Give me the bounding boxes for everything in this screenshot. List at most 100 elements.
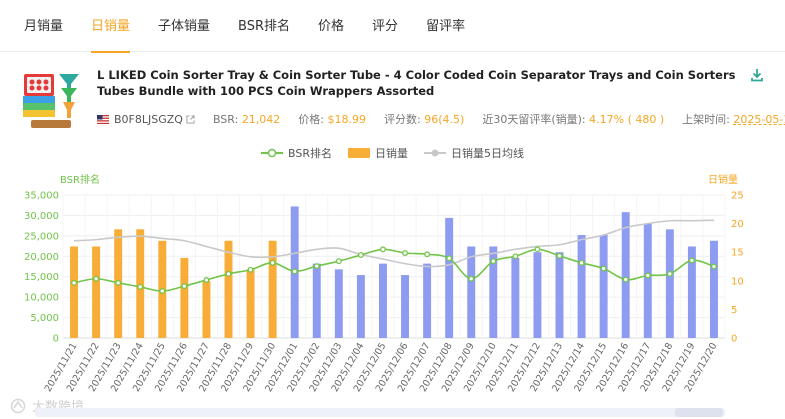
bsr-label: BSR:: [212, 112, 239, 126]
sales-chart[interactable]: BSR排名 日销量 0 5,000 10,000 15,000 20,000 25,000…: [0, 168, 785, 400]
bsr-point: [622, 276, 629, 283]
bar: [70, 246, 79, 338]
brand-logo-icon: [10, 398, 26, 413]
bar: [334, 269, 343, 338]
bar: [378, 263, 387, 338]
left-tick-label: 15,000: [24, 272, 59, 283]
download-icon[interactable]: [749, 67, 765, 83]
rating-label: 评分数:: [384, 113, 421, 126]
price-label: 价格:: [298, 113, 325, 126]
line-marker-icon: [261, 148, 283, 158]
bsr-point: [711, 263, 717, 270]
bsr-point: [600, 265, 607, 272]
left-tick-label: 25,000: [24, 231, 59, 242]
tab-price[interactable]: 价格: [318, 0, 344, 52]
bar: [312, 263, 321, 338]
legend-item-avg[interactable]: 日销量5日均线: [423, 145, 524, 161]
bsr-point: [578, 259, 585, 266]
tab-review-rate[interactable]: 留评率: [426, 0, 465, 52]
tab-bsr-rank[interactable]: BSR排名: [238, 0, 290, 52]
bar-swatch-icon: [347, 148, 370, 158]
legend-label-avg: 日销量5日均线: [450, 147, 524, 160]
bar: [445, 217, 454, 338]
launch-label: 上架时间:: [682, 113, 730, 126]
legend-label-bsr: BSR排名: [288, 147, 332, 160]
bsr-point: [357, 252, 364, 259]
bar: [709, 240, 718, 338]
rating-value: 96(4.5): [424, 112, 465, 126]
bsr-point: [424, 251, 431, 258]
bar: [555, 252, 564, 338]
left-tick-label: 5,000: [30, 313, 59, 324]
bsr-point: [115, 279, 122, 286]
bsr-point: [468, 275, 475, 282]
bsr-point: [556, 252, 563, 259]
product-thumbnail[interactable]: [21, 66, 85, 130]
bsr-point: [490, 258, 497, 265]
chart-zoom-scrollbar[interactable]: [35, 408, 725, 417]
tab-daily-sales[interactable]: 日销量: [91, 0, 131, 53]
legend-item-bsr[interactable]: BSR排名: [261, 145, 332, 161]
launch-date: 2025-05-14: [733, 112, 785, 126]
bsr-value: 21,042: [241, 112, 281, 126]
tab-monthly-sales[interactable]: 月销量: [24, 0, 63, 52]
bsr-point: [644, 272, 651, 279]
bsr-point: [269, 259, 276, 266]
bsr-point: [335, 258, 342, 265]
bsr-point: [402, 250, 408, 256]
bar: [599, 235, 608, 338]
bsr-point: [313, 263, 320, 270]
us-flag-icon: [97, 114, 109, 124]
bsr-point: [225, 270, 232, 277]
bsr-point: [512, 253, 519, 260]
tab-variant-sales[interactable]: 子体销量: [158, 0, 210, 52]
bar: [202, 280, 211, 338]
product-card: L LIKED Coin Sorter Tray & Coin Sorter T…: [21, 63, 785, 133]
bsr-point: [446, 255, 453, 262]
right-tick-label: 5: [731, 305, 737, 316]
bar: [511, 257, 520, 338]
right-tick-label: 15: [731, 248, 744, 259]
tab-rating[interactable]: 评分: [372, 0, 398, 52]
chart-legend: BSR排名 日销量 日销量5日均线: [0, 145, 785, 161]
bsr-point: [159, 288, 166, 294]
bsr-point: [534, 246, 541, 253]
bsr-point: [71, 279, 77, 286]
bsr-point: [380, 246, 386, 253]
bar: [180, 257, 189, 338]
bsr-point: [666, 270, 673, 277]
product-meta: B0F8LJSGZQ BSR: 21,042 价格: $18.99 评分数: 9…: [97, 111, 785, 127]
left-tick-label: 0: [53, 334, 59, 345]
review-rate-value: 4.17% ( 480 ): [589, 112, 665, 126]
bar: [246, 269, 255, 338]
bsr-point: [688, 257, 695, 264]
line-marker-icon: [423, 149, 446, 157]
legend-item-daily[interactable]: 日销量: [347, 145, 408, 161]
tab-bar: 月销量 日销量 子体销量 BSR排名 价格 评分 留评率: [0, 0, 785, 53]
right-tick-label: 0: [731, 334, 737, 345]
bar: [136, 229, 145, 338]
right-tick-label: 10: [731, 276, 744, 287]
bar: [467, 246, 476, 338]
left-tick-label: 20,000: [24, 252, 59, 263]
bsr-point: [93, 275, 100, 282]
bar: [401, 275, 410, 338]
bsr-point: [203, 277, 210, 283]
bar: [356, 275, 365, 338]
bsr-point: [137, 283, 144, 290]
left-tick-label: 35,000: [24, 191, 59, 202]
bar: [643, 223, 652, 338]
review-rate-label: 近30天留评率(销量):: [482, 113, 586, 126]
bar: [533, 252, 542, 338]
bar: [268, 240, 277, 338]
right-tick-label: 20: [731, 219, 744, 230]
asin-link[interactable]: B0F8LJSGZQ: [114, 113, 183, 126]
left-tick-label: 30,000: [24, 211, 59, 222]
right-axis-title: 日销量: [708, 173, 738, 186]
legend-label-daily: 日销量: [374, 147, 408, 160]
price-value: $18.99: [327, 112, 367, 126]
product-title[interactable]: L LIKED Coin Sorter Tray & Coin Sorter T…: [97, 67, 747, 99]
bsr-point: [181, 283, 188, 290]
external-link-icon[interactable]: [186, 114, 195, 124]
left-axis-title: BSR排名: [60, 173, 100, 186]
